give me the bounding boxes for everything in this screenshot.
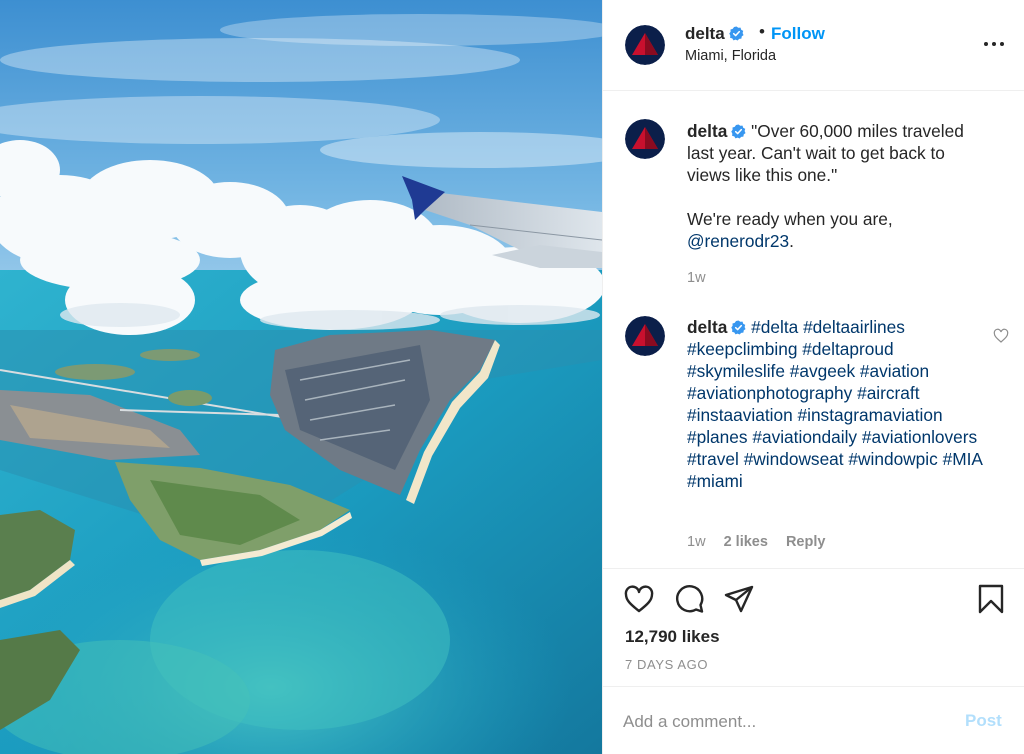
verified-badge-icon	[731, 124, 746, 139]
hashtag-link[interactable]: #instaaviation	[687, 405, 793, 425]
hashtag-link[interactable]: #aviationphotography	[687, 383, 852, 403]
delta-avatar[interactable]	[625, 25, 665, 65]
hashtag-link[interactable]: #aircraft	[857, 383, 919, 403]
hashtag-text: delta #delta #deltaairlines #keepclimbin…	[687, 316, 982, 492]
verified-badge-icon	[731, 320, 746, 335]
mention-link[interactable]: @renerodr23	[687, 231, 789, 251]
post-comment-button[interactable]: Post	[965, 711, 1002, 731]
post-actions: 12,790 likes 7 DAYS AGO	[603, 568, 1024, 686]
hashtag-link[interactable]: #aviation	[860, 361, 929, 381]
hashtag-link[interactable]: #windowpic	[848, 449, 937, 469]
hashtag-link[interactable]: #skymileslife	[687, 361, 785, 381]
caption-meta: 1w	[687, 270, 720, 286]
likes-count[interactable]: 12,790 likes	[625, 627, 720, 647]
share-paper-plane-icon[interactable]	[723, 583, 755, 615]
comment-bubble-icon[interactable]	[673, 583, 705, 615]
caption-time[interactable]: 1w	[687, 270, 706, 286]
caption-username[interactable]: delta	[687, 121, 727, 141]
instagram-post: delta • Follow Miami, Florida delta "Ove…	[0, 0, 1024, 754]
hashtag-link[interactable]: #windowseat	[744, 449, 844, 469]
hashtag-link[interactable]: #aviationdaily	[752, 427, 857, 447]
hashtag-link[interactable]: #delta	[751, 317, 798, 337]
aerial-photo	[0, 0, 602, 754]
hashtag-link[interactable]: #travel	[687, 449, 739, 469]
follow-button[interactable]: Follow	[771, 24, 825, 44]
delta-logo-icon	[625, 25, 665, 65]
comment-input[interactable]	[623, 709, 943, 735]
hashtag-link[interactable]: #aviationlovers	[862, 427, 977, 447]
hashtag-link[interactable]: #planes	[687, 427, 748, 447]
caption-avatar[interactable]	[625, 119, 665, 159]
username-text[interactable]: delta	[685, 24, 725, 43]
caption-quote: "Over 60,000 miles traveled last year. C…	[687, 121, 964, 185]
hashtag-link[interactable]: #deltaproud	[802, 339, 893, 359]
header-username[interactable]: delta	[685, 24, 744, 44]
hashtag-link[interactable]: #avgeek	[790, 361, 855, 381]
caption-text: delta "Over 60,000 miles traveled last y…	[687, 120, 987, 252]
comments-list[interactable]: delta "Over 60,000 miles traveled last y…	[603, 92, 1024, 568]
comment-meta: 1w 2 likes Reply	[687, 534, 839, 550]
post-date[interactable]: 7 DAYS AGO	[625, 657, 708, 672]
post-sidebar: delta • Follow Miami, Florida delta "Ove…	[602, 0, 1024, 754]
comment-likes[interactable]: 2 likes	[724, 534, 768, 550]
reply-button[interactable]: Reply	[786, 534, 826, 550]
hashtag-link[interactable]: #instagramaviation	[798, 405, 943, 425]
header-separator: •	[759, 22, 765, 41]
hashtag-link[interactable]: #keepclimbing	[687, 339, 797, 359]
post-header: delta • Follow Miami, Florida	[603, 0, 1024, 91]
comment-time[interactable]: 1w	[687, 534, 706, 550]
hashtag-link[interactable]: #miami	[687, 471, 743, 491]
hashtag-link[interactable]: #deltaairlines	[803, 317, 905, 337]
delta-logo-icon	[625, 316, 665, 356]
caption-line2: We're ready when you are,	[687, 209, 893, 229]
comment-like-icon[interactable]	[993, 328, 1009, 344]
save-bookmark-icon[interactable]	[975, 583, 1007, 615]
post-photo[interactable]	[0, 0, 602, 754]
delta-logo-icon	[625, 119, 665, 159]
more-options-icon[interactable]	[983, 37, 1005, 51]
mention-suffix: .	[789, 231, 794, 251]
hashtag-link[interactable]: #MIA	[943, 449, 982, 469]
like-heart-icon[interactable]	[623, 583, 655, 615]
comment-avatar[interactable]	[625, 316, 665, 356]
post-location[interactable]: Miami, Florida	[685, 48, 776, 64]
verified-badge-icon	[728, 26, 744, 41]
add-comment-bar: Post	[603, 686, 1024, 754]
comment-username[interactable]: delta	[687, 317, 727, 337]
